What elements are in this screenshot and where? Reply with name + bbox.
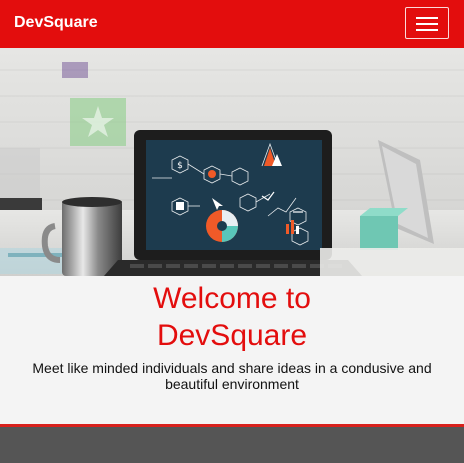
tagline: Meet like minded individuals and share i… [32,360,432,392]
hamburger-bar [416,23,438,25]
welcome-heading-line1: Welcome to [153,282,311,315]
hero-image: $ [0,48,464,276]
hamburger-bar [416,29,438,31]
navbar: DevSquare [0,0,464,48]
hamburger-menu-icon [416,17,438,19]
welcome-heading: Welcome to DevSquare [0,280,464,354]
pie-chart-icon [206,210,238,242]
hero-illustration: $ [0,48,464,276]
dollar-icon: $ [177,161,183,171]
menu-toggle-button[interactable] [405,7,449,39]
welcome-section: Welcome to DevSquare Meet like minded in… [0,276,464,426]
lock-icon [176,202,184,210]
settings-icon [208,170,216,178]
welcome-heading-line2: DevSquare [156,319,308,352]
brand-logo[interactable]: DevSquare [14,14,98,32]
footer [0,427,464,463]
